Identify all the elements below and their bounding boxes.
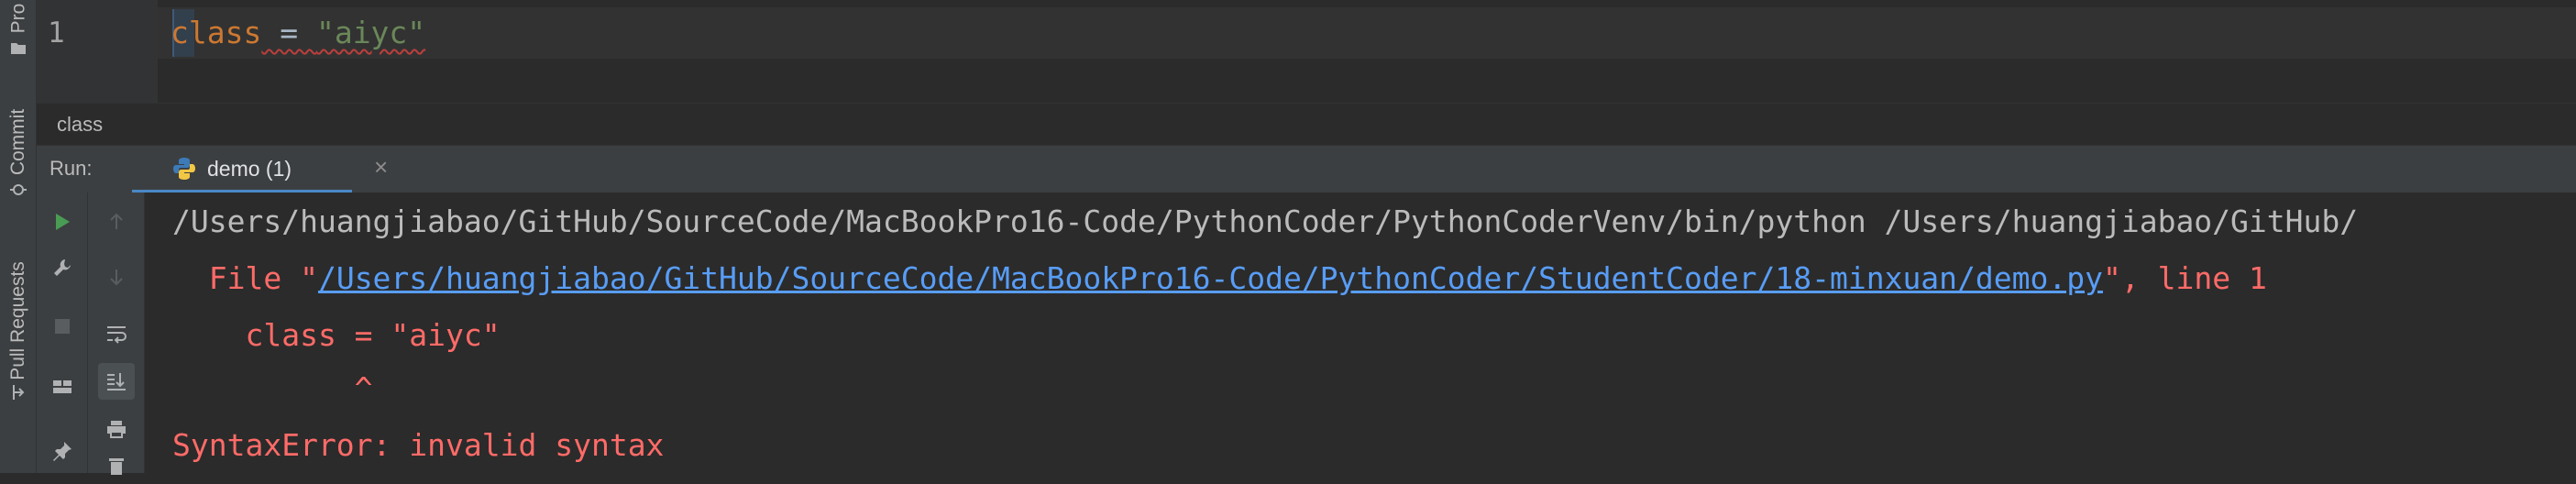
pull-requests-tab-label: Pull Requests: [7, 261, 29, 380]
stop-button[interactable]: [44, 308, 81, 345]
pull-request-icon: [13, 385, 25, 400]
rerun-button[interactable]: [44, 204, 81, 240]
print-icon: [107, 421, 126, 438]
folder-icon: [11, 43, 26, 54]
scroll-to-end-button[interactable]: [98, 363, 135, 400]
console-file-prefix: File ": [172, 260, 318, 296]
breadcrumb: class: [37, 103, 2576, 145]
console-line-error: SyntaxError: invalid syntax: [172, 427, 665, 463]
code-string: "aiyc": [315, 15, 426, 50]
current-line-highlight: [158, 7, 2576, 59]
wrench-icon: [54, 259, 71, 276]
restore-layout-button[interactable]: [44, 368, 81, 405]
pin-tab-button[interactable]: [44, 433, 81, 469]
modify-run-config-button[interactable]: [44, 249, 81, 286]
pull-requests-tool-tab[interactable]: Pull Requests: [0, 229, 37, 412]
scroll-to-end-icon: [107, 373, 126, 390]
editor-gutter: 1: [37, 0, 158, 103]
clear-all-button[interactable]: [98, 447, 135, 484]
next-occurrence-button[interactable]: [98, 258, 135, 295]
commit-icon: [10, 184, 27, 195]
left-tool-strip: Pro Commit Pull Requests: [0, 0, 37, 473]
up-arrow-icon: [110, 213, 123, 229]
python-icon: [173, 158, 195, 180]
soft-wrap-button[interactable]: [98, 315, 135, 352]
run-toolbar: [37, 192, 88, 473]
commit-tab-label: Commit: [7, 108, 28, 176]
run-tool-window-header: Run: demo (1) ×: [37, 145, 2576, 193]
run-label: Run:: [50, 157, 93, 180]
run-toolbar-secondary: [88, 192, 145, 475]
console-line-command: /Users/huangjiabao/GitHub/SourceCode/Mac…: [172, 204, 2359, 239]
line-number: 1: [48, 16, 65, 50]
run-icon: [56, 214, 70, 230]
print-button[interactable]: [98, 411, 135, 447]
console-file-link[interactable]: /Users/huangjiabao/GitHub/SourceCode/Mac…: [318, 260, 2103, 296]
run-tab-label: demo (1): [207, 157, 292, 181]
run-tab-demo[interactable]: demo (1) ×: [132, 146, 388, 193]
layout-icon: [53, 380, 72, 393]
console-line-file: File "/Users/huangjiabao/GitHub/SourceCo…: [172, 260, 2267, 296]
previous-occurrence-button[interactable]: [98, 204, 135, 240]
code-keyword: class: [171, 15, 262, 50]
console-output[interactable]: /Users/huangjiabao/GitHub/SourceCode/Mac…: [145, 192, 2576, 473]
stop-icon: [55, 319, 70, 334]
trash-icon: [109, 458, 124, 475]
code-line[interactable]: class = "aiyc": [171, 15, 425, 50]
breadcrumb-item[interactable]: class: [57, 113, 103, 137]
console-line-code: class = "aiyc": [172, 317, 501, 353]
commit-tool-tab[interactable]: Commit: [0, 82, 37, 202]
pin-icon: [53, 442, 72, 461]
console-line-caret: ^: [172, 370, 373, 406]
project-tool-tab[interactable]: Pro: [0, 0, 37, 64]
project-tab-label: Pro: [7, 3, 28, 34]
close-icon[interactable]: ×: [374, 153, 388, 182]
code-editor[interactable]: 1 class = "aiyc": [37, 0, 2576, 103]
soft-wrap-icon: [107, 326, 127, 344]
code-operator: =: [261, 15, 316, 50]
console-file-suffix: ", line 1: [2103, 260, 2267, 296]
down-arrow-icon: [110, 270, 123, 286]
